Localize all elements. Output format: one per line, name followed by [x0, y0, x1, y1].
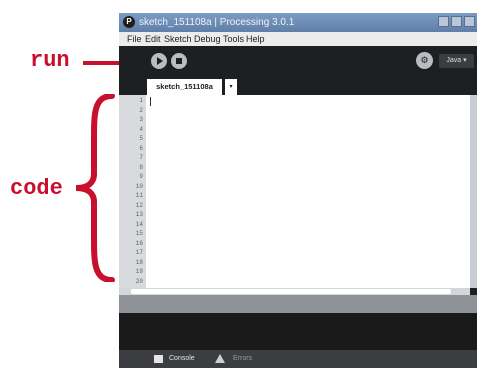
line-number: 6	[139, 144, 143, 152]
line-number: 2	[139, 106, 143, 114]
line-number: 1	[139, 97, 143, 104]
tab-row: sketch_151108a ▾	[119, 76, 477, 95]
processing-logo-icon: P	[123, 16, 135, 28]
stop-icon[interactable]	[171, 53, 187, 69]
tab-sketch[interactable]: sketch_151108a	[147, 79, 222, 95]
menu-debug[interactable]: Debug	[194, 34, 221, 44]
screenshot-stage: run code P sketch_151108a | Processing 3…	[0, 0, 483, 374]
play-icon[interactable]	[151, 53, 167, 69]
vertical-scrollbar[interactable]	[470, 95, 477, 288]
menu-tools[interactable]: Tools	[223, 34, 244, 44]
line-number: 20	[135, 277, 143, 285]
tab-menu-icon[interactable]: ▾	[225, 79, 237, 95]
line-number: 3	[139, 116, 143, 123]
status-bar	[119, 295, 477, 313]
processing-window: P sketch_151108a | Processing 3.0.1 File…	[119, 13, 477, 368]
console-tab[interactable]: Console	[169, 355, 195, 362]
mode-selector[interactable]: Java ▾	[439, 54, 474, 68]
run-annotation: run	[30, 48, 70, 73]
line-number: 16	[135, 239, 143, 247]
menu-edit[interactable]: Edit	[145, 34, 161, 44]
menu-bar: File Edit Sketch Debug Tools Help	[119, 32, 477, 46]
line-number: 10	[135, 182, 143, 190]
minimize-icon[interactable]	[438, 16, 449, 27]
code-brace	[75, 94, 115, 282]
debugger-icon[interactable]: ⚙	[416, 52, 433, 69]
line-number: 5	[139, 135, 143, 142]
line-number: 8	[139, 163, 143, 171]
errors-tab[interactable]: Errors	[233, 355, 252, 362]
line-number: 14	[135, 220, 143, 228]
console-icon[interactable]	[154, 355, 163, 363]
line-number: 18	[135, 258, 143, 266]
line-number: 11	[135, 192, 143, 199]
line-number: 15	[135, 230, 143, 237]
warning-icon[interactable]	[215, 354, 225, 363]
maximize-icon[interactable]	[451, 16, 462, 27]
toolbar: ⚙ Java ▾	[119, 46, 477, 76]
line-number: 4	[139, 125, 143, 133]
line-number: 12	[135, 201, 143, 209]
code-annotation: code	[10, 176, 63, 201]
code-editor[interactable]: 1 2 3 4 5 6 7 8 9 10 11 12 13 14 15 16 1…	[119, 95, 470, 288]
horizontal-scrollbar[interactable]	[119, 288, 470, 295]
console-footer: Console Errors	[119, 350, 477, 368]
title-bar: P sketch_151108a | Processing 3.0.1	[119, 13, 477, 32]
line-number: 19	[135, 268, 143, 275]
text-cursor	[150, 97, 151, 106]
console-area[interactable]	[119, 313, 477, 350]
line-number: 7	[139, 154, 143, 161]
scroll-thumb[interactable]	[131, 289, 451, 294]
window-title: sketch_151108a | Processing 3.0.1	[139, 17, 295, 28]
line-number: 9	[139, 173, 143, 180]
menu-sketch[interactable]: Sketch	[164, 34, 192, 44]
menu-file[interactable]: File	[127, 34, 142, 44]
close-icon[interactable]	[464, 16, 475, 27]
line-number: 17	[135, 249, 143, 256]
menu-help[interactable]: Help	[246, 34, 265, 44]
line-number-gutter: 1 2 3 4 5 6 7 8 9 10 11 12 13 14 15 16 1…	[119, 95, 146, 288]
line-number: 13	[135, 211, 143, 218]
